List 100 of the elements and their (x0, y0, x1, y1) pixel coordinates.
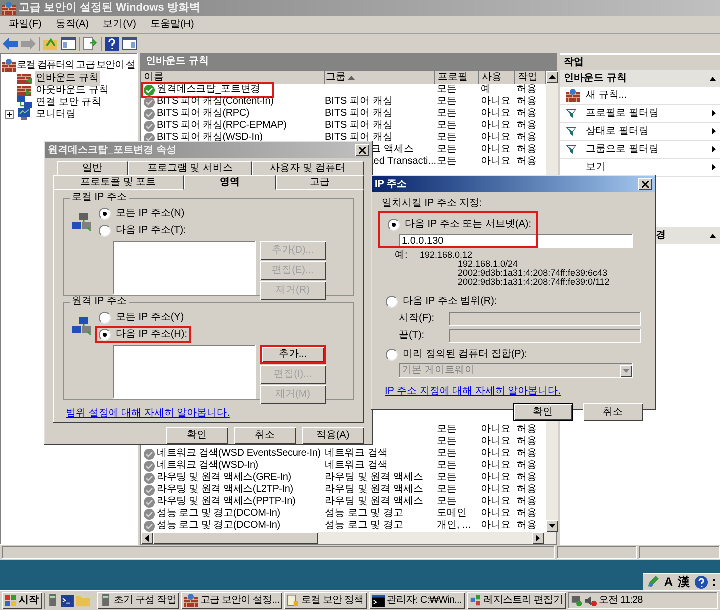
action-item[interactable]: 프로필로 필터링 (560, 105, 720, 123)
column-header[interactable]: 사용 (479, 71, 515, 84)
console-pane-icon[interactable] (122, 37, 137, 50)
console-tree-icon[interactable] (61, 37, 76, 50)
radio-option[interactable]: 다음 IP 주소(T): (95, 222, 190, 239)
radio-option[interactable]: 미리 정의된 컴퓨터 집합(P): (382, 346, 532, 363)
export-icon[interactable] (83, 37, 98, 50)
action-item[interactable]: 새 규칙... (560, 87, 720, 105)
tree-item[interactable]: 연결 보안 규칙 (35, 94, 103, 110)
help-icon[interactable] (105, 36, 119, 50)
taskbar-button[interactable]: 로컬 보안 정책 (284, 592, 367, 609)
scroll-thumb[interactable] (153, 532, 318, 544)
options-icon (713, 578, 716, 586)
table-cell: 아니요 (481, 424, 511, 436)
close-icon (358, 146, 366, 154)
table-cell: 아니요 (481, 496, 511, 508)
back-arrow-icon[interactable] (3, 38, 18, 50)
close-button[interactable] (638, 178, 652, 190)
radio-option[interactable]: 다음 IP 주소 범위(R): (382, 293, 502, 310)
table-cell: 아니요 (481, 132, 511, 144)
collapse-icon (710, 234, 716, 238)
action-item[interactable]: 상태로 필터링 (560, 123, 720, 141)
table-cell: 도메인 (437, 508, 467, 520)
tree-item[interactable]: 로컬 컴퓨터의 고급 보안이 설 (17, 58, 136, 72)
table-cell: 허용 (517, 472, 537, 484)
scroll-down-button[interactable] (546, 520, 558, 532)
menu-item[interactable]: 보기(V) (96, 17, 144, 32)
scroll-up-button[interactable] (546, 71, 558, 83)
table-cell: BITS 피어 캐싱 (325, 120, 393, 132)
expand-icon[interactable] (5, 110, 14, 118)
submenu-arrow-icon (712, 110, 716, 117)
registry-icon (470, 594, 482, 607)
dialog-button[interactable]: 확인 (513, 403, 573, 421)
dialog-button[interactable]: 적용(A) (302, 427, 364, 444)
section-header[interactable]: 인바운드 규칙 (560, 70, 720, 87)
collapse-icon (710, 76, 716, 80)
ip-list[interactable] (113, 241, 256, 295)
dropdown-caret-icon (622, 368, 630, 372)
scroll-left-button[interactable] (141, 532, 153, 544)
tree-item[interactable]: 아웃바운드 규칙 (35, 82, 110, 98)
radio-option[interactable]: 다음 IP 주소(H): (95, 326, 192, 343)
action-item[interactable]: 그룹으로 필터링 (560, 141, 720, 159)
start-button[interactable]: 시작 (2, 592, 42, 609)
language-button[interactable]: 漢 (678, 575, 690, 589)
tab[interactable]: 고급 (276, 175, 364, 190)
tab[interactable]: 영역 (184, 175, 276, 190)
server-icon (100, 594, 112, 607)
column-header[interactable]: 그룹 (325, 71, 435, 84)
horizontal-scrollbar[interactable] (141, 532, 556, 544)
table-cell: BITS 피어 캐싱 (325, 132, 393, 144)
terminal-icon[interactable] (61, 594, 74, 606)
monitor-icon (17, 108, 33, 120)
dialog-button[interactable]: 취소 (234, 427, 296, 444)
taskbar-button[interactable]: 초기 구성 작업 (97, 592, 180, 609)
table-cell: 모든 (437, 108, 457, 120)
table-cell: 아니요 (481, 156, 511, 168)
range-field[interactable] (449, 328, 641, 342)
close-button[interactable] (355, 144, 369, 156)
taskbar-button[interactable]: 레지스트리 편집기 (466, 592, 566, 609)
table-cell: 허용 (517, 484, 537, 496)
menu-item[interactable]: 파일(F) (2, 17, 49, 32)
help-link[interactable]: 범위 설정에 대해 자세히 알아봅니다. (66, 406, 354, 421)
dialog-button[interactable]: 취소 (583, 403, 643, 421)
tab[interactable]: 일반 (57, 161, 128, 175)
taskbar-button[interactable]: 고급 보안이 설정... (181, 592, 282, 609)
subnet-field[interactable]: 1.0.0.130 (399, 234, 633, 248)
range-field[interactable] (449, 312, 641, 326)
tree-item[interactable]: 인바운드 규칙 (35, 70, 100, 86)
new-rule-icon (566, 89, 580, 102)
tree-item[interactable]: 모니터링 (35, 106, 77, 122)
table-cell: 아니요 (481, 460, 511, 472)
language-button[interactable]: A (664, 575, 673, 589)
menu-item[interactable]: 동작(A) (48, 17, 96, 32)
speaker-muted-icon (584, 594, 597, 606)
scroll-right-button[interactable] (532, 532, 544, 544)
column-header[interactable]: 작업 (515, 71, 546, 84)
table-cell: 성능 로그 및 경고 (325, 520, 404, 532)
radio-option[interactable]: 다음 IP 주소 또는 서브넷(A): (384, 216, 536, 233)
dialog-title: 원격데스크탑_포트변경 속성 (48, 144, 176, 158)
table-cell: 라우팅 및 원격 액세스(GRE-In) (157, 472, 292, 484)
section-title: 인바운드 규칙 (564, 72, 627, 86)
tab[interactable]: 프로그램 및 서비스 (128, 161, 252, 175)
tab[interactable]: 프로토콜 및 포트 (53, 175, 184, 190)
radio-option[interactable]: 모든 IP 주소(Y) (95, 309, 188, 326)
radio-option[interactable]: 모든 IP 주소(N) (95, 205, 189, 222)
dialog-button[interactable]: 확인 (166, 427, 228, 444)
caret-up-icon (548, 75, 556, 79)
help-link[interactable]: IP 주소 지정에 대해 자세히 알아봅니다. (385, 384, 645, 399)
ip-list[interactable] (113, 345, 256, 399)
dialog-button[interactable]: 추가... (260, 345, 326, 364)
server-icon[interactable] (47, 594, 59, 607)
filter-icon (566, 127, 577, 136)
tab[interactable]: 사용자 및 컴퓨터 (252, 161, 364, 175)
section-title: 경 (655, 229, 666, 243)
menu-item[interactable]: 도움말(H) (143, 17, 202, 32)
taskbar-button[interactable]: 관리자: C:₩Win... (368, 592, 465, 609)
table-cell: 라우팅 및 원격 액세스 (325, 472, 424, 484)
table-cell: 모든 (437, 156, 457, 168)
column-header[interactable]: 프로필 (435, 71, 479, 84)
firewall-rules-icon (17, 72, 33, 84)
